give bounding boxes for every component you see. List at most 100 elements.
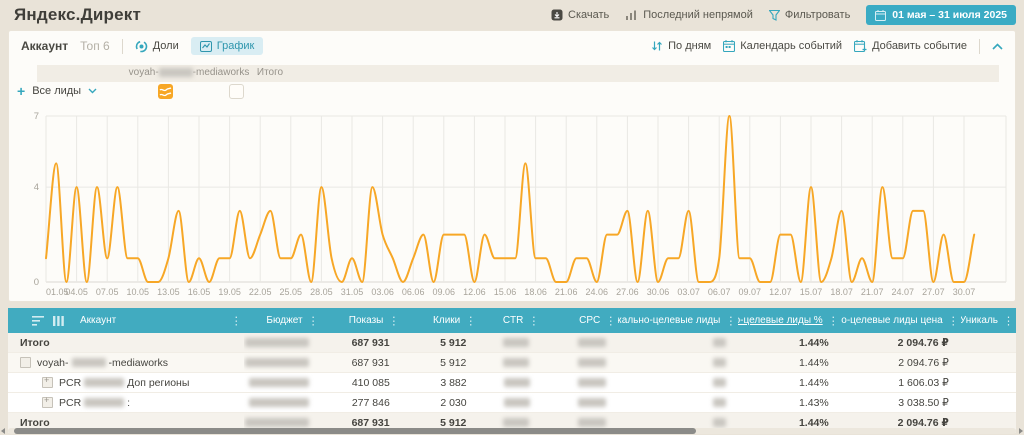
expand-plus-icon[interactable] [42,377,53,388]
columns-icon[interactable] [53,316,64,326]
chart-toolbar: Аккаунт Топ 6 Доли График По дн [9,31,1015,61]
column-menu-icon[interactable]: ⋮ [605,314,616,327]
date-range-button[interactable]: 01 мая – 31 июля 2025 [866,5,1016,25]
cell-leads_pct: 1.44% [738,353,840,372]
x-axis-tick-label: 27.06 [616,287,639,297]
collapse-chevron-icon[interactable] [992,43,1003,50]
cell-value: 687 931 [352,417,390,429]
column-menu-icon[interactable]: ⋮ [465,314,476,327]
redacted-value [578,398,606,407]
column-menu-icon[interactable]: ⋮ [828,314,839,327]
cell-clicks: 2 030 [402,393,479,412]
column-label: CTR [503,315,524,326]
series-toggle-itogo[interactable] [229,84,244,99]
attribution-button[interactable]: Последний непрямой [625,9,753,21]
table-row[interactable]: Итого687 9315 9121.44%2 094.76 ₽ [8,333,1016,353]
column-header-budget[interactable]: Бюджет ⋮ [244,308,321,333]
legend-row: + Все лиды [17,84,1023,102]
cell-value: 1.44% [799,337,829,349]
x-axis-tick-label: 27.07 [922,287,945,297]
download-button[interactable]: Скачать [551,9,609,21]
cell-leads [618,353,738,372]
sort-rows-icon[interactable] [32,316,44,326]
checkbox-icon[interactable] [20,357,31,368]
x-axis-tick-label: 24.06 [586,287,609,297]
chevron-down-icon [88,88,97,94]
column-menu-icon[interactable]: ⋮ [528,314,539,327]
chart-card: Аккаунт Топ 6 Доли График По дн [8,30,1016,302]
column-menu-icon[interactable]: ⋮ [231,314,242,327]
x-axis-tick-label: 15.06 [494,287,517,297]
table-header-row: Аккаунт⋮Бюджет⋮Показы⋮Клики⋮CTR⋮CPC⋮Уник… [8,308,1016,333]
chart-tab-active[interactable]: График [191,37,264,55]
scroll-right-arrow-icon[interactable] [1019,428,1023,434]
table-row[interactable]: voyah--mediaworks687 9315 9121.44%2 094.… [8,353,1016,373]
metric-selector[interactable]: + Все лиды [17,85,97,97]
table-row[interactable]: PCR:277 8462 0301.43%3 038.50 ₽ [8,393,1016,413]
shares-tab[interactable]: Доли [135,40,179,53]
cell-shows: 687 931 [321,333,402,352]
account-name: Итого [20,417,50,429]
by-days-button[interactable]: По дням [651,40,711,52]
redacted-value [504,398,530,407]
add-event-label: Добавить событие [872,40,967,52]
column-menu-icon[interactable]: ⋮ [948,314,959,327]
column-label: Показы [349,315,384,326]
account-name: voyah--mediaworks [37,357,168,369]
filter-label: Фильтровать [785,9,850,21]
table-row[interactable]: PCRДоп регионы410 0853 8821.44%1 606.03 … [8,373,1016,393]
cell-extra [961,373,1016,392]
series-toggle-voyah[interactable] [158,84,173,99]
scroll-left-arrow-icon[interactable] [1,428,5,434]
add-event-icon [854,40,867,52]
cell-value: 1.44% [799,357,829,369]
cell-value: 277 846 [352,397,390,409]
add-event-button[interactable]: Добавить событие [854,40,967,52]
x-axis-tick-label: 09.07 [739,287,762,297]
add-metric-icon[interactable]: + [17,86,25,96]
column-label: Бюджет [266,315,302,326]
column-menu-icon[interactable]: ⋮ [725,314,736,327]
x-axis-tick-label: 21.06 [555,287,578,297]
horizontal-scrollbar[interactable] [8,428,1016,434]
events-calendar-label: Календарь событий [740,40,842,52]
scrollbar-thumb[interactable] [14,428,696,434]
cell-budget [244,333,321,352]
column-header-leads_cost[interactable]: Уникально-целевые лиды цена⋮ [841,308,961,333]
filter-button[interactable]: Фильтровать [769,9,850,21]
column-menu-icon[interactable]: ⋮ [308,314,319,327]
column-header-name[interactable]: Аккаунт ⋮ [8,308,244,333]
column-header-clicks[interactable]: Клики ⋮ [401,308,478,333]
redacted-value [503,418,529,427]
group-by-label: Аккаунт [21,39,68,53]
column-header-extra[interactable]: Уникаль⋮ [961,308,1016,333]
top-n-label[interactable]: Топ 6 [80,39,110,53]
cell-extra [961,353,1016,372]
redacted-value [578,338,606,347]
column-header-leads_pct[interactable]: Уникально-целевые лиды %⋮ [738,308,840,333]
cell-cpc [542,373,619,392]
metric-label: Все лиды [32,85,81,97]
cell-value: 1.44% [799,417,829,429]
redacted-value [578,358,606,367]
chart-svg: 04701.0504.0507.0510.0513.0516.0519.0522… [9,109,1017,301]
cell-shows: 687 931 [321,353,402,372]
x-axis-tick-label: 15.07 [800,287,823,297]
redacted-value [245,418,309,427]
column-menu-icon[interactable]: ⋮ [1003,314,1014,327]
y-axis-tick-label: 7 [34,111,39,122]
account-name: PCR: [59,397,130,409]
column-header-shows[interactable]: Показы ⋮ [321,308,402,333]
cell-value: 3 038.50 ₽ [898,397,948,409]
column-header-ctr[interactable]: CTR ⋮ [478,308,541,333]
events-calendar-button[interactable]: Календарь событий [723,40,842,52]
column-header-cpc[interactable]: CPC⋮ [541,308,618,333]
text-part: PCR [59,377,81,389]
column-label: Клики [433,315,460,326]
column-menu-icon[interactable]: ⋮ [388,314,399,327]
column-header-leads[interactable]: Уникально-целевые лиды⋮ [618,308,738,333]
column-label: Аккаунт [80,315,116,326]
text-part: Итого [257,67,283,78]
text-part: : [127,397,130,409]
expand-plus-icon[interactable] [42,397,53,408]
